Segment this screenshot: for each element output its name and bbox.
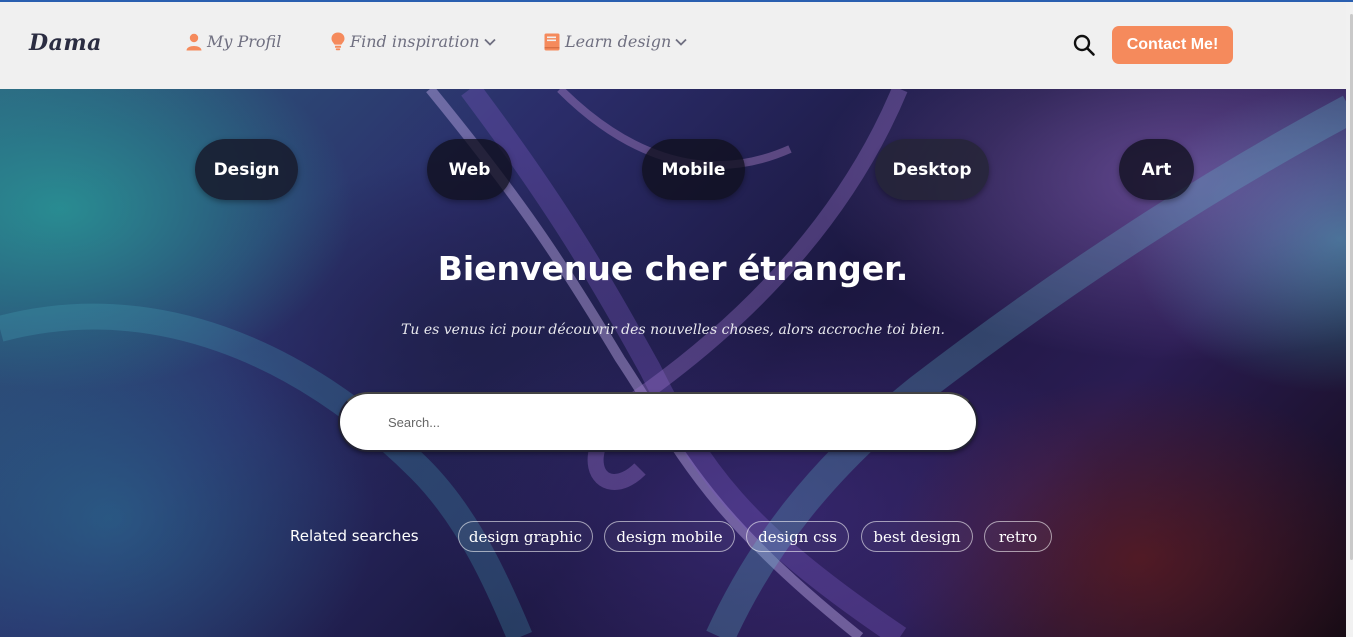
hero-subtitle: Tu es venus ici pour découvrir des nouve…	[401, 322, 945, 338]
chevron-down-icon	[675, 38, 687, 46]
nav-item-my-profil[interactable]: My Profil	[186, 32, 281, 51]
related-tag[interactable]: retro	[984, 521, 1052, 552]
related-tag[interactable]: best design	[861, 521, 973, 552]
category-art-button[interactable]: Art	[1119, 139, 1194, 200]
user-icon	[186, 33, 202, 51]
lightbulb-icon	[331, 32, 345, 51]
nav-item-label: Find inspiration	[350, 32, 480, 51]
nav-item-find-inspiration[interactable]: Find inspiration	[331, 32, 496, 51]
related-tag[interactable]: design css	[746, 521, 849, 552]
related-tag[interactable]: design mobile	[604, 521, 735, 552]
search-icon[interactable]	[1072, 33, 1096, 57]
hero-title: Bienvenue cher étranger.	[437, 249, 909, 288]
nav-item-label: My Profil	[207, 32, 282, 51]
category-desktop-button[interactable]: Desktop	[875, 139, 989, 200]
hero-section: Design Web Mobile Desktop Art Bienvenue …	[0, 89, 1350, 637]
category-mobile-button[interactable]: Mobile	[642, 139, 745, 200]
related-searches-label: Related searches	[290, 527, 419, 545]
hero-search-box	[338, 392, 978, 452]
brand-logo[interactable]: Dama	[29, 30, 102, 56]
nav-item-label: Learn design	[565, 32, 672, 51]
category-design-button[interactable]: Design	[195, 139, 298, 200]
contact-me-button[interactable]: Contact Me!	[1112, 26, 1233, 64]
book-icon	[544, 33, 560, 51]
related-tag[interactable]: design graphic	[458, 521, 593, 552]
hero-search-input[interactable]	[388, 408, 948, 436]
nav-item-learn-design[interactable]: Learn design	[544, 32, 687, 51]
navbar: Dama My Profil Find inspiration Learn de…	[0, 2, 1346, 89]
category-web-button[interactable]: Web	[427, 139, 512, 200]
chevron-down-icon	[483, 38, 496, 46]
